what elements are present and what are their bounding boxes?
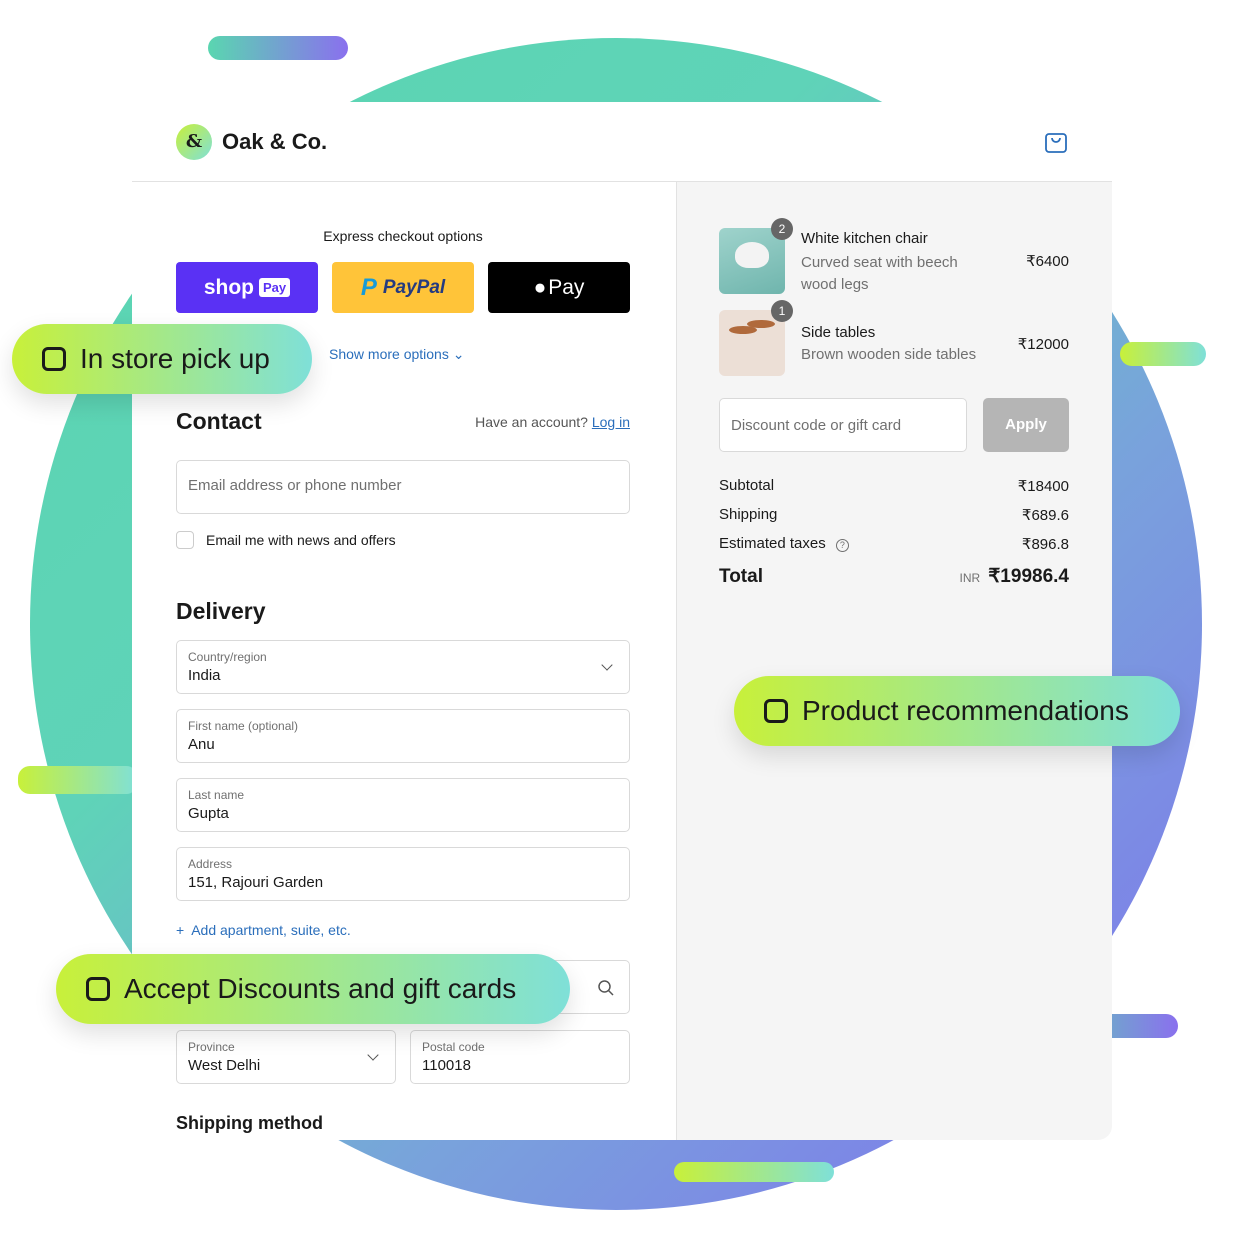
shipping-value: ₹689.6	[1021, 507, 1069, 524]
shop-pay-label: shop	[203, 275, 255, 299]
subtotal-label: Subtotal	[719, 477, 775, 494]
logo-mark: &	[176, 123, 212, 160]
address-field[interactable]: Address 151, Rajouri Garden	[176, 847, 630, 901]
province-label: Province	[188, 1040, 235, 1054]
logo[interactable]: & Oak & Co.	[176, 123, 328, 160]
total-value: ₹19986.4	[988, 566, 1069, 587]
province-value: West Delhi	[188, 1057, 261, 1074]
last-name-label: Last name	[188, 788, 245, 802]
chevron-down-icon: ⌄	[452, 346, 465, 362]
country-select[interactable]: Country/region India	[176, 640, 630, 694]
province-select[interactable]: Province West Delhi	[176, 1030, 396, 1084]
newsletter-checkbox[interactable]	[176, 531, 194, 549]
item-price: ₹12000	[1017, 336, 1069, 353]
item-name: White kitchen chair	[801, 230, 928, 247]
have-account-text: Have an account?	[475, 414, 588, 430]
postal-code-field[interactable]: Postal code 110018	[410, 1030, 630, 1084]
item-description: wood legs	[801, 276, 869, 293]
feature-pill-discounts: Accept Discounts and gift cards	[56, 954, 570, 1024]
item-name: Side tables	[801, 324, 876, 341]
newsletter-label: Email me with news and offers	[206, 532, 396, 548]
postal-value: 110018	[422, 1057, 471, 1074]
currency-label: INR	[959, 571, 981, 585]
shipping-method-title: Shipping method	[176, 1113, 323, 1133]
shop-pay-button[interactable]: shop Pay	[176, 262, 318, 313]
first-name-field[interactable]: First name (optional) Anu	[176, 709, 630, 763]
item-price: ₹6400	[1026, 253, 1069, 270]
last-name-value: Gupta	[188, 805, 229, 822]
plus-icon: +	[176, 922, 185, 938]
shop-pay-badge: Pay	[259, 278, 291, 297]
checkbox-icon	[42, 347, 66, 371]
show-more-options-link[interactable]: Show more options ⌄	[329, 346, 464, 363]
email-placeholder: Email address or phone number	[188, 477, 402, 494]
add-apartment-link[interactable]: + Add apartment, suite, etc.	[176, 922, 351, 938]
apply-button[interactable]: Apply	[983, 398, 1069, 452]
shopping-bag-icon[interactable]	[1044, 130, 1068, 154]
shipping-label: Shipping	[719, 506, 778, 523]
total-label: Total	[719, 566, 763, 587]
add-apartment-label: Add apartment, suite, etc.	[191, 922, 351, 938]
item-description: Curved seat with beech	[801, 254, 958, 271]
paypal-label: PayPal	[382, 276, 446, 298]
item-description: Brown wooden side tables	[801, 346, 977, 363]
order-summary: 2 White kitchen chair Curved seat with b…	[676, 182, 1112, 1140]
address-label: Address	[188, 857, 233, 871]
login-link[interactable]: Log in	[592, 414, 630, 430]
express-title: Express checkout options	[323, 228, 483, 244]
country-value: India	[188, 667, 221, 684]
feature-pill-pickup: In store pick up	[12, 324, 312, 394]
decor-bar	[674, 1162, 834, 1182]
discount-placeholder: Discount code or gift card	[731, 417, 902, 434]
search-icon	[598, 980, 614, 996]
show-more-label: Show more options	[329, 346, 449, 362]
apple-pay-button[interactable]: ● Pay	[488, 262, 630, 313]
contact-title: Contact	[176, 408, 262, 434]
feature-label: Product recommendations	[802, 695, 1129, 726]
address-value: 151, Rajouri Garden	[188, 874, 324, 891]
email-field[interactable]: Email address or phone number	[176, 460, 630, 514]
brand-name: Oak & Co.	[222, 128, 328, 154]
feature-pill-recommendations: Product recommendations	[734, 676, 1180, 746]
country-label: Country/region	[188, 650, 267, 664]
paypal-button[interactable]: P PayPal	[332, 262, 474, 313]
apple-icon: ●	[533, 275, 547, 299]
checkbox-icon	[86, 977, 110, 1001]
taxes-label: Estimated taxes	[719, 535, 826, 552]
checkbox-icon	[764, 699, 788, 723]
taxes-value: ₹896.8	[1021, 536, 1069, 553]
delivery-title: Delivery	[176, 598, 266, 624]
header: & Oak & Co.	[132, 102, 1112, 182]
last-name-field[interactable]: Last name Gupta	[176, 778, 630, 832]
apple-pay-label: Pay	[548, 275, 585, 299]
feature-label: Accept Discounts and gift cards	[124, 973, 517, 1004]
quantity-badge: 2	[771, 218, 793, 240]
postal-label: Postal code	[422, 1040, 485, 1054]
first-name-label: First name (optional)	[188, 719, 299, 733]
first-name-value: Anu	[188, 736, 215, 753]
quantity-badge: 1	[771, 300, 793, 322]
paypal-icon: P	[360, 273, 377, 301]
feature-label: In store pick up	[80, 343, 270, 374]
subtotal-value: ₹18400	[1017, 478, 1069, 495]
decor-bar	[1120, 342, 1206, 366]
discount-code-input[interactable]: Discount code or gift card	[719, 398, 967, 452]
decor-bar	[208, 36, 348, 60]
help-icon[interactable]: ?	[835, 539, 849, 552]
decor-bar	[18, 766, 138, 794]
